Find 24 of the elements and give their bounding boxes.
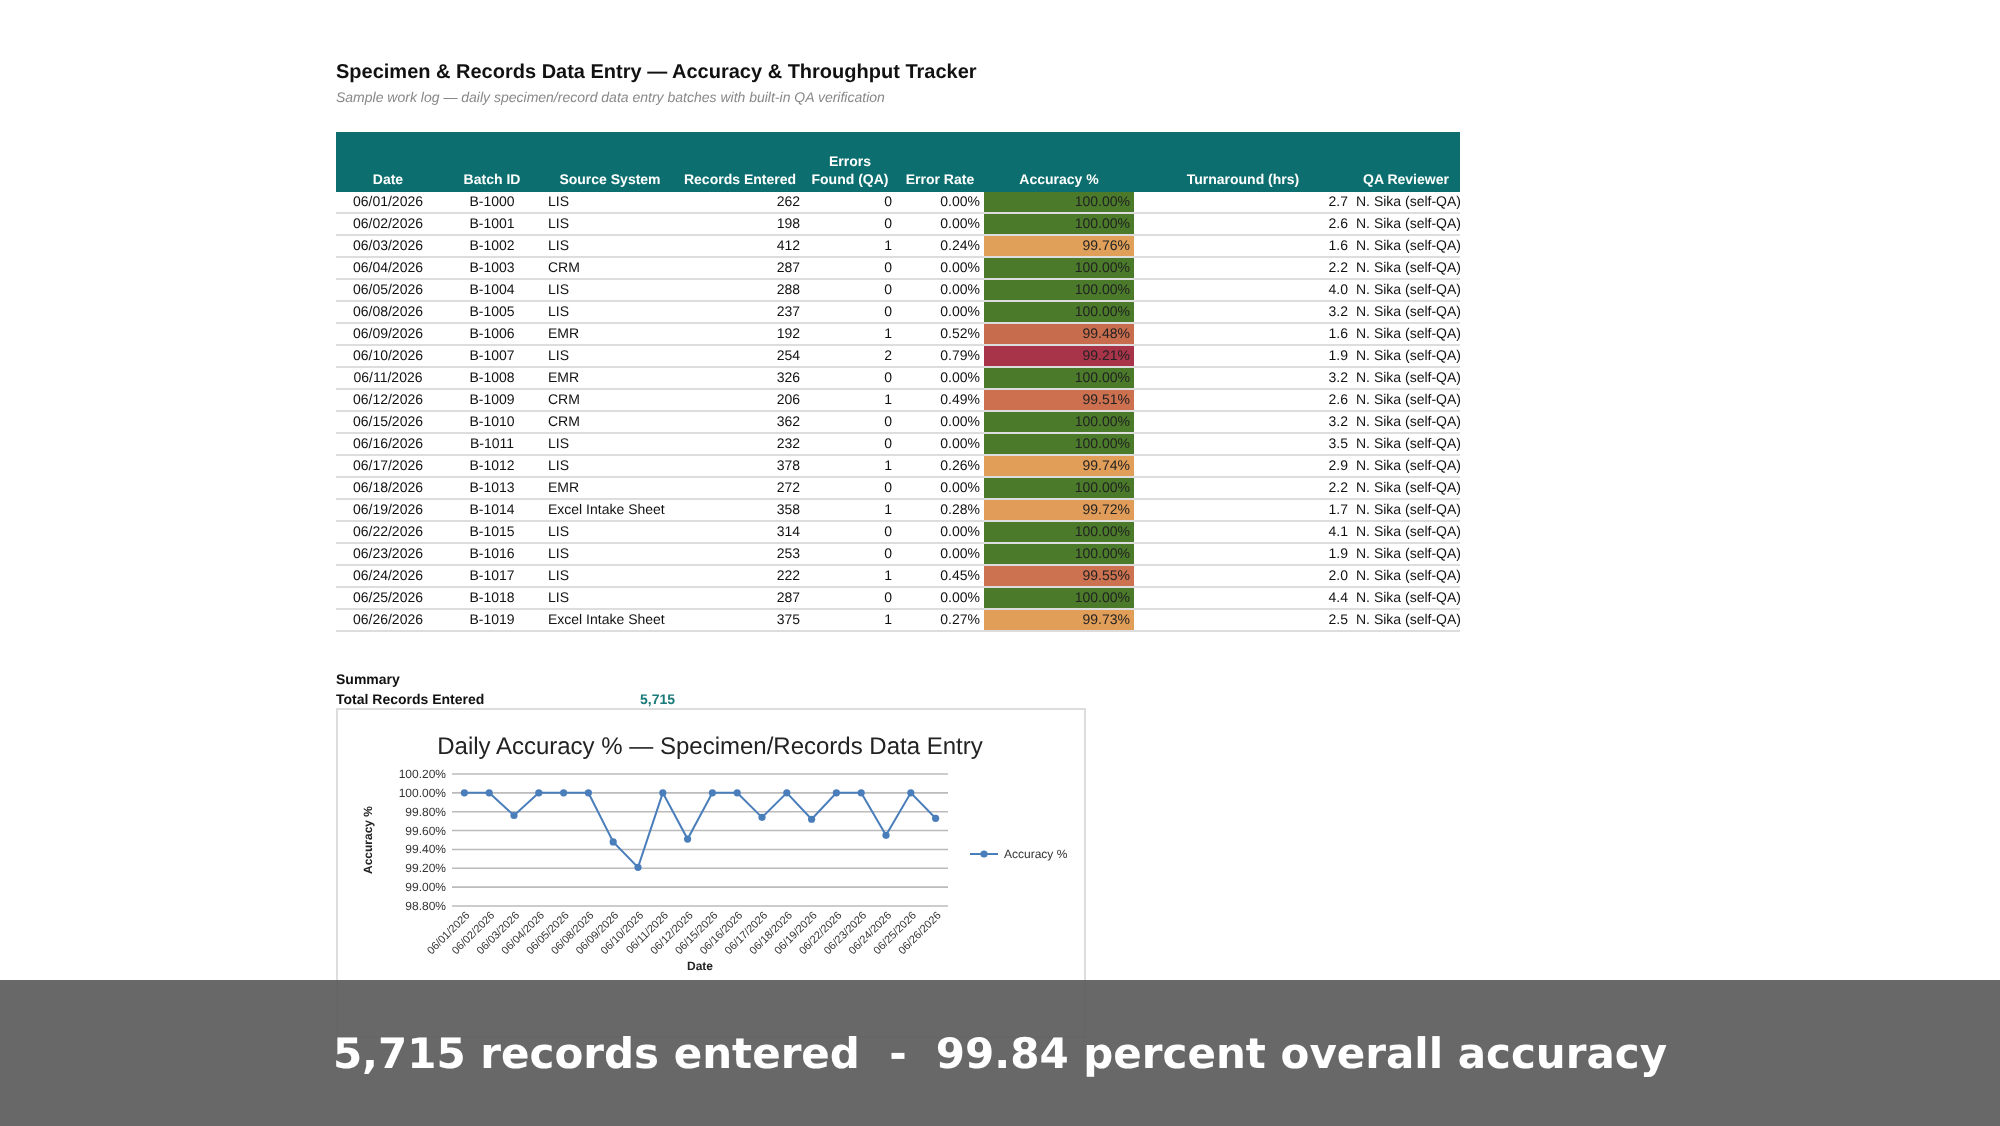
- data-point: [609, 838, 617, 846]
- data-point: [560, 789, 568, 797]
- data-point: [808, 815, 816, 823]
- data-point: [857, 789, 865, 797]
- data-point: [584, 789, 592, 797]
- data-point: [783, 789, 791, 797]
- data-point: [758, 813, 766, 821]
- caption-banner: 5,715 records entered - 99.84 percent overall accuracy: [0, 980, 2000, 1126]
- data-point: [832, 789, 840, 797]
- data-point: [634, 863, 642, 871]
- data-point: [485, 789, 493, 797]
- legend-marker-icon: [969, 850, 999, 858]
- data-point: [882, 831, 890, 839]
- sheet-title: Specimen & Records Data Entry — Accuracy & Throughput Tracker: [336, 62, 979, 84]
- data-point: [708, 789, 716, 797]
- data-point: [460, 789, 468, 797]
- data-point: [659, 789, 667, 797]
- data-point: [907, 789, 915, 797]
- chart-title: Daily Accuracy % — Specimen/Records Data Entry: [437, 732, 983, 760]
- data-point: [510, 811, 518, 820]
- data-point: [733, 789, 741, 797]
- data-point: [932, 814, 940, 822]
- data-point: [684, 835, 692, 843]
- data-point: [535, 789, 543, 797]
